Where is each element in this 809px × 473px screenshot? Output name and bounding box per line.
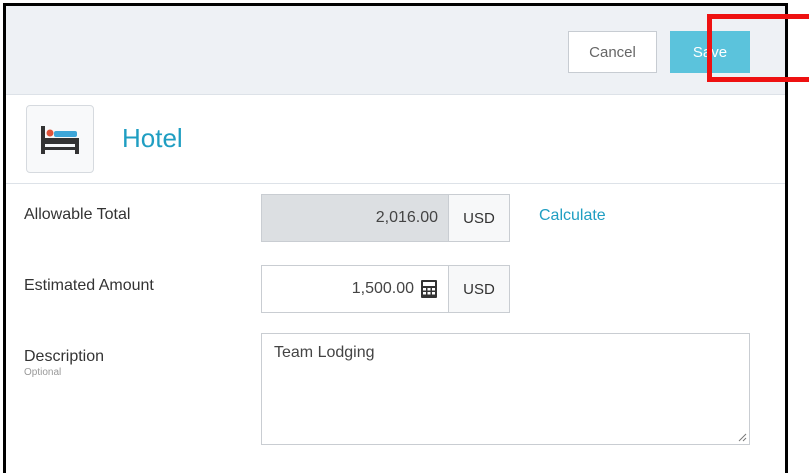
cancel-button[interactable]: Cancel xyxy=(568,31,657,73)
description-value: Team Lodging xyxy=(274,344,375,361)
estimated-amount-label: Estimated Amount xyxy=(24,277,154,294)
expense-dialog: Cancel Save Hotel Allowable Total 2,016.… xyxy=(3,3,788,473)
resize-grip-icon[interactable] xyxy=(737,432,747,442)
allowable-total-currency: USD xyxy=(448,194,510,242)
description-label: Description xyxy=(24,348,105,365)
expense-title-row: Hotel xyxy=(6,95,785,184)
bed-icon xyxy=(26,105,94,173)
description-textarea[interactable]: Team Lodging xyxy=(261,333,750,445)
description-optional-label: Optional xyxy=(24,367,62,378)
allowable-total-value: 2,016.00 xyxy=(261,194,449,242)
estimated-amount-input[interactable]: 1,500.00 xyxy=(261,265,449,313)
estimated-amount-currency: USD xyxy=(448,265,510,313)
calculator-icon[interactable] xyxy=(420,279,438,299)
estimated-amount-value: 1,500.00 xyxy=(351,280,414,297)
save-button[interactable]: Save xyxy=(670,31,750,73)
page-title: Hotel xyxy=(122,123,183,153)
dialog-header: Cancel Save xyxy=(6,6,785,95)
allowable-total-label: Allowable Total xyxy=(24,206,131,223)
calculate-link[interactable]: Calculate xyxy=(539,207,606,225)
